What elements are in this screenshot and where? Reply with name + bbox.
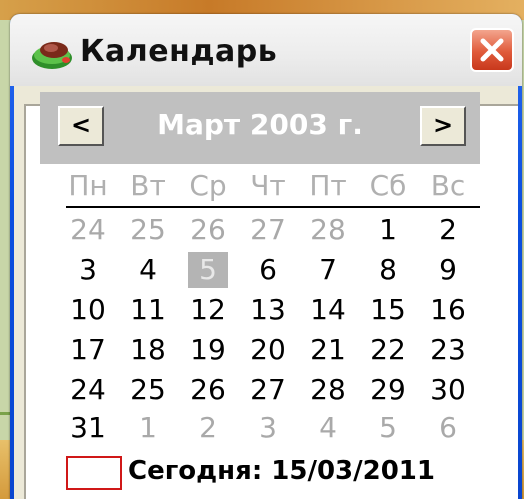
week-row: 17 18 19 20 21 22 23 (44, 332, 484, 368)
today-marker (66, 456, 122, 490)
chevron-left-icon: < (70, 111, 92, 139)
day-cell[interactable]: 6 (238, 252, 298, 288)
weekday-label: Чт (250, 169, 286, 202)
day-cell[interactable]: 13 (238, 292, 298, 328)
day-cell[interactable]: 16 (418, 292, 478, 328)
day-cell[interactable]: 8 (358, 252, 418, 288)
weekday-label: Пт (309, 169, 347, 202)
day-cell[interactable]: 5 (358, 410, 418, 446)
calendar-header: < Март 2003 г. > (40, 92, 480, 164)
day-cell[interactable]: 4 (118, 252, 178, 288)
week-row: 10 11 12 13 14 15 16 (44, 292, 484, 328)
day-cell[interactable]: 2 (418, 212, 478, 248)
day-cell[interactable]: 17 (58, 332, 118, 368)
day-cell[interactable]: 28 (298, 372, 358, 408)
day-cell[interactable]: 2 (178, 410, 238, 446)
day-cell[interactable]: 14 (298, 292, 358, 328)
week-row: 3456789 (44, 252, 484, 288)
weekday-label: Пн (68, 169, 108, 202)
day-cell[interactable]: 9 (418, 252, 478, 288)
day-cell[interactable]: 1 (118, 410, 178, 446)
day-cell[interactable]: 30 (418, 372, 478, 408)
weekday-header-row: Пн Вт Ср Чт Пт Сб Вс (44, 168, 484, 204)
day-cell-selected[interactable]: 5 (188, 252, 228, 288)
day-cell[interactable]: 25 (118, 372, 178, 408)
chevron-right-icon: > (432, 111, 454, 139)
day-cell[interactable]: 27 (238, 212, 298, 248)
week-row: 31 1 2 3 4 5 6 (44, 410, 484, 446)
day-cell[interactable]: 1 (358, 212, 418, 248)
day-cell[interactable]: 20 (238, 332, 298, 368)
day-cell[interactable]: 22 (358, 332, 418, 368)
day-cell[interactable]: 31 (58, 410, 118, 446)
day-cell[interactable]: 18 (118, 332, 178, 368)
calendar-app-icon (32, 42, 72, 69)
day-cell[interactable]: 15 (358, 292, 418, 328)
weekday-label: Вс (430, 169, 466, 202)
day-cell[interactable]: 6 (418, 410, 478, 446)
day-cell[interactable]: 23 (418, 332, 478, 368)
day-cell[interactable]: 26 (178, 212, 238, 248)
day-cell[interactable]: 27 (238, 372, 298, 408)
day-cell[interactable]: 24 (58, 372, 118, 408)
day-cell[interactable]: 25 (118, 212, 178, 248)
title-bar[interactable]: Календарь (10, 14, 522, 86)
day-cell[interactable]: 29 (358, 372, 418, 408)
weekday-divider (66, 206, 480, 208)
day-cell[interactable]: 7 (298, 252, 358, 288)
prev-month-button[interactable]: < (58, 106, 104, 146)
day-cell[interactable]: 21 (298, 332, 358, 368)
window-title: Календарь (80, 34, 278, 69)
day-cell[interactable]: 24 (58, 212, 118, 248)
week-row: 24 25 26 27 28 1 2 (44, 212, 484, 248)
weekday-label: Ср (189, 169, 227, 202)
today-label[interactable]: Сегодня: 15/03/2011 (128, 456, 435, 486)
close-button[interactable] (470, 28, 514, 72)
next-month-button[interactable]: > (420, 106, 466, 146)
weekday-label: Сб (369, 169, 407, 202)
day-cell[interactable]: 3 (238, 410, 298, 446)
month-year-label[interactable]: Март 2003 г. (114, 108, 406, 141)
day-cell[interactable]: 26 (178, 372, 238, 408)
day-cell[interactable]: 12 (178, 292, 238, 328)
day-cell[interactable]: 19 (178, 332, 238, 368)
day-cell[interactable]: 3 (58, 252, 118, 288)
week-row: 24 25 26 27 28 29 30 (44, 372, 484, 408)
day-cell[interactable]: 28 (298, 212, 358, 248)
day-cell[interactable]: 4 (298, 410, 358, 446)
weekday-label: Вт (130, 169, 166, 202)
day-cell[interactable]: 10 (58, 292, 118, 328)
close-icon (480, 38, 504, 62)
day-cell[interactable]: 11 (118, 292, 178, 328)
